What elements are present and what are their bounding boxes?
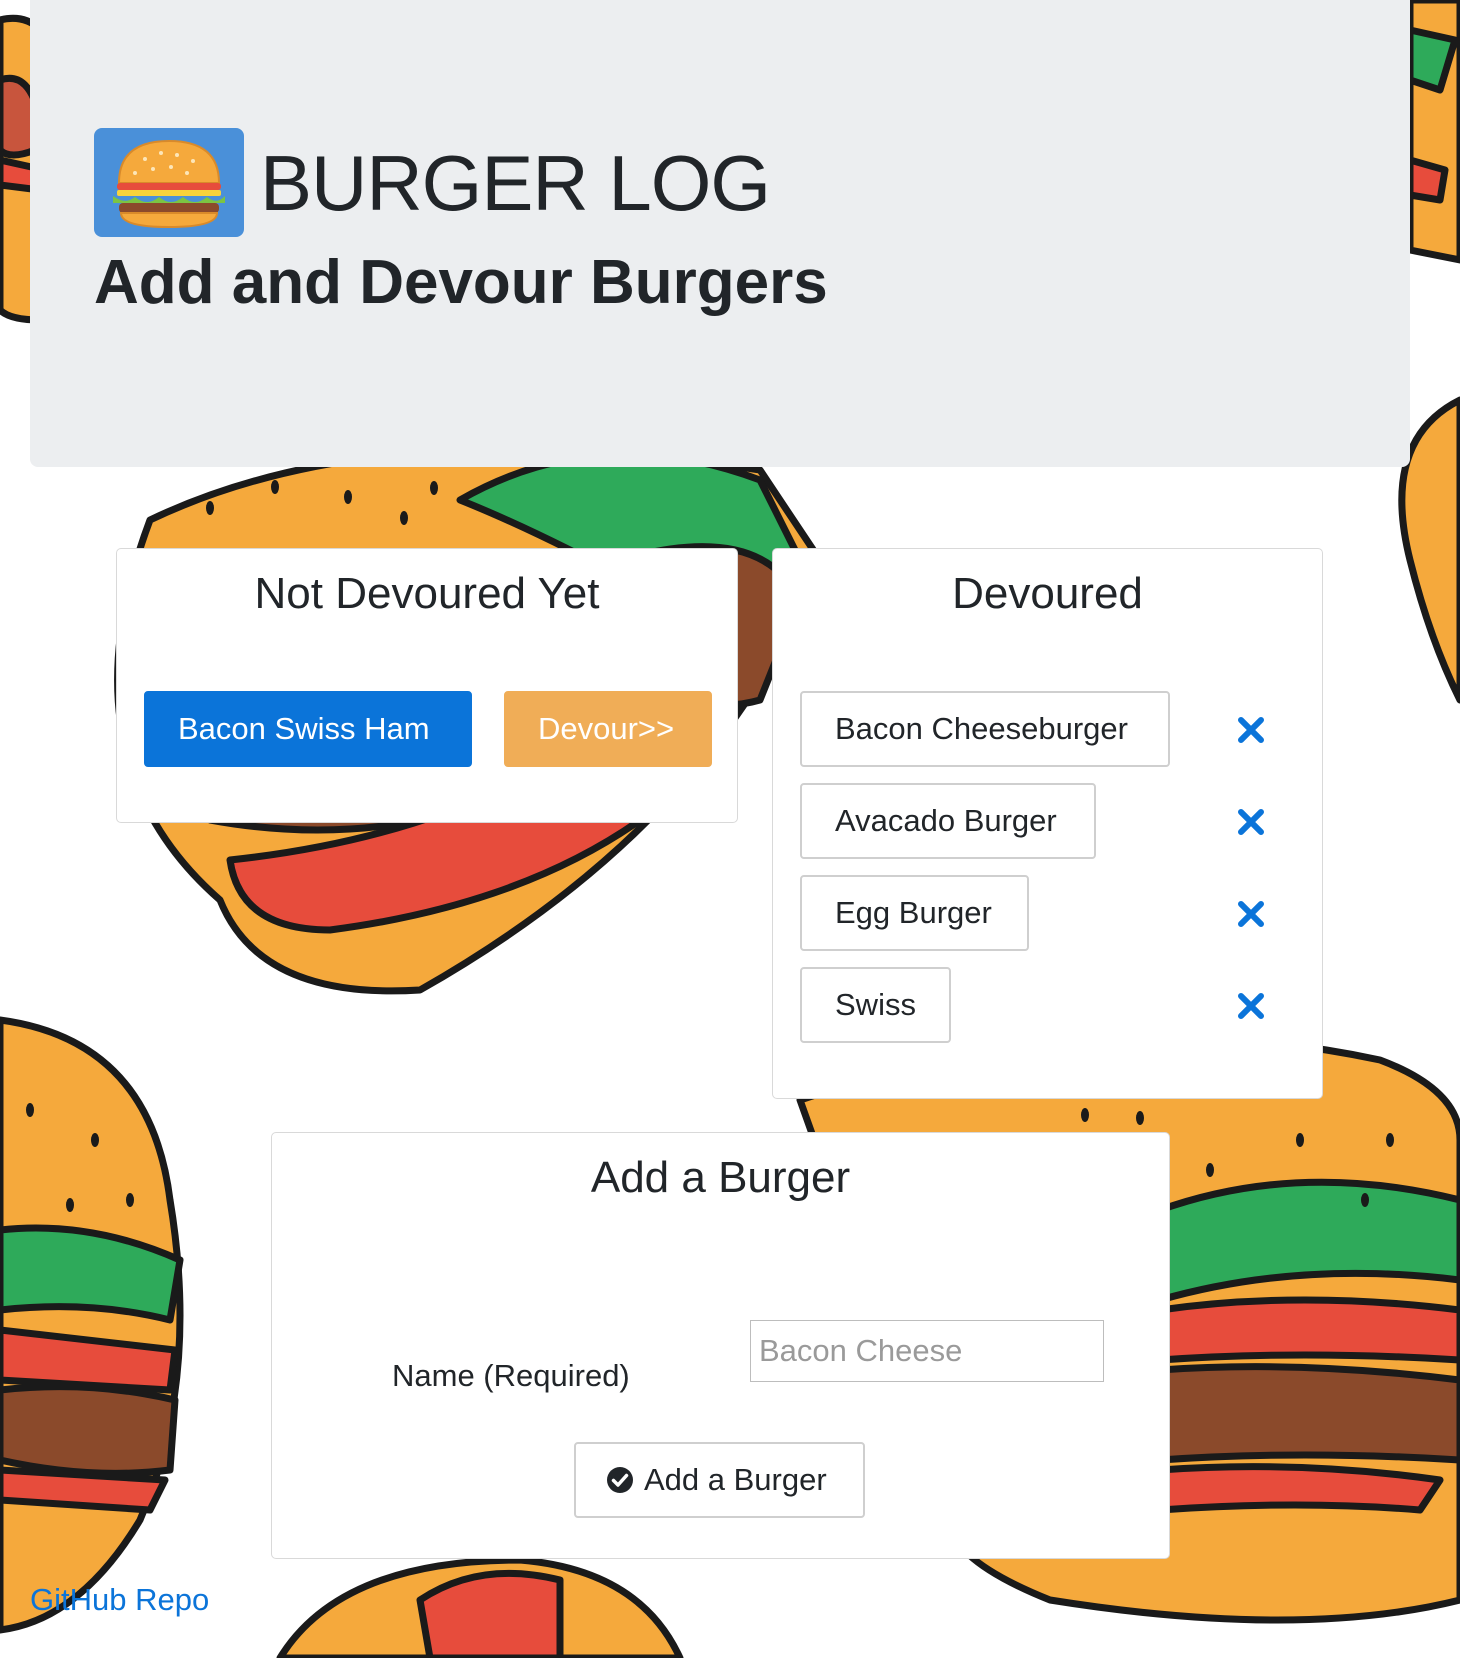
check-circle-icon <box>607 1467 633 1493</box>
burger-name-button[interactable]: Bacon Swiss Ham <box>144 691 472 767</box>
add-burger-submit-label: Add a Burger <box>644 1462 827 1497</box>
remove-x-icon[interactable] <box>1237 900 1265 928</box>
devoured-heading: Devoured <box>952 569 1143 618</box>
remove-x-icon[interactable] <box>1237 992 1265 1020</box>
devoured-burger-button[interactable]: Avacado Burger <box>800 783 1096 859</box>
add-burger-submit-button[interactable]: Add a Burger <box>574 1442 865 1518</box>
devoured-burger-button[interactable]: Bacon Cheeseburger <box>800 691 1170 767</box>
app-title: BURGER LOG <box>260 138 771 227</box>
header-jumbotron: BURGER LOG Add and Devour Burgers <box>30 0 1410 467</box>
app-subtitle: Add and Devour Burgers <box>94 248 828 317</box>
devour-button[interactable]: Devour>> <box>504 691 712 767</box>
not-devoured-card: Not Devoured Yet Bacon Swiss Ham Devour>… <box>116 548 738 823</box>
add-burger-card: Add a Burger Name (Required) Add a Burge… <box>271 1132 1170 1559</box>
brand-row: BURGER LOG <box>94 128 771 237</box>
remove-x-icon[interactable] <box>1237 716 1265 744</box>
remove-x-icon[interactable] <box>1237 808 1265 836</box>
add-burger-heading: Add a Burger <box>590 1153 851 1202</box>
github-repo-link[interactable]: GitHub Repo <box>30 1582 209 1618</box>
devoured-burger-button[interactable]: Swiss <box>800 967 951 1043</box>
hamburger-icon <box>94 128 244 237</box>
not-devoured-heading: Not Devoured Yet <box>254 569 600 618</box>
devoured-card: Devoured Bacon Cheeseburger Avacado Burg… <box>772 548 1323 1099</box>
name-field-label: Name (Required) <box>392 1358 630 1393</box>
devoured-burger-button[interactable]: Egg Burger <box>800 875 1029 951</box>
burger-name-input[interactable] <box>750 1320 1104 1382</box>
